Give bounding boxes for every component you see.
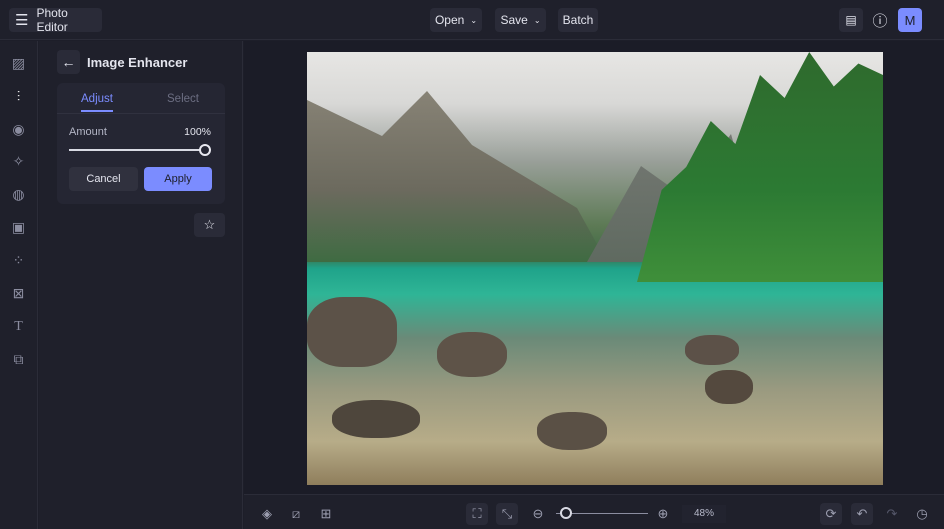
tab-select[interactable]: Select [167,93,199,105]
enhancer-card: Adjust Select Amount 100% Cancel Apply [57,83,225,204]
chevron-down-icon: ⌄ [470,15,478,25]
app-title: Photo Editor [36,6,68,34]
rock [537,412,607,450]
rock [685,335,739,365]
save-button[interactable]: Save ⌄ [495,8,546,32]
favorite-star-button[interactable]: ☆ [194,213,225,237]
zoom-slider[interactable] [556,507,648,519]
shapes-icon[interactable]: ⁘ [10,252,27,269]
frame-icon[interactable]: ▣ [10,219,27,236]
zoom-slider-thumb[interactable] [560,507,572,519]
zoom-value[interactable]: 48% [682,505,726,523]
zoom-out-icon[interactable]: ⊖ [527,503,549,525]
text-icon[interactable]: T [10,318,27,335]
palette-icon[interactable]: ◍ [10,186,27,203]
sparkles-icon[interactable]: ✧ [10,153,27,170]
bottom-toolbar: ◈ ⧄ ⊞ ⛶ ⤡ ⊖ ⊕ 48% ⟳ ↶ ↷ ◷ [244,494,944,529]
apply-button[interactable]: Apply [144,167,212,191]
amount-value[interactable]: 100% [184,126,211,138]
amount-slider[interactable] [69,144,211,156]
reset-icon[interactable]: ⟳ [820,503,842,525]
undo-icon[interactable]: ↶ [851,503,873,525]
left-mountain [307,91,607,262]
help-icon[interactable]: ⓘ [868,8,892,32]
rock [437,332,507,377]
back-button[interactable]: ← [57,50,80,74]
resize-icon[interactable]: ⧄ [285,503,307,525]
image-icon[interactable]: ▨ [10,55,27,72]
amount-label: Amount [69,126,107,138]
sliders-icon[interactable]: ⫶ [10,88,27,105]
forest [637,52,883,282]
menu-button[interactable]: ☰ Photo Editor [9,6,102,34]
top-bar: ☰ Photo Editor Open ⌄ Save ⌄ Batch ▤ ⓘ M [0,0,944,40]
hamburger-icon: ☰ [15,12,29,29]
rock [307,297,397,367]
zoom-in-icon[interactable]: ⊕ [652,503,674,525]
image-enhancer-panel: ← Image Enhancer Adjust Select Amount 10… [39,41,243,529]
tool-rail: ▨ ⫶ ◉ ✧ ◍ ▣ ⁘ ⊠ T ⧉ [0,41,38,529]
redo-icon[interactable]: ↷ [881,503,903,525]
divider [57,113,225,114]
canvas-area [244,41,944,494]
feedback-icon[interactable]: ▤ [839,8,863,32]
chevron-down-icon: ⌄ [533,15,541,25]
save-label: Save [500,13,528,27]
avatar[interactable]: M [898,8,922,32]
open-button[interactable]: Open ⌄ [430,8,482,32]
texture-icon[interactable]: ⊠ [10,285,27,302]
slider-thumb[interactable] [199,144,211,156]
history-icon[interactable]: ◷ [911,503,933,525]
rock [332,400,420,438]
photo-mountain-lake[interactable] [307,52,883,485]
grid-icon[interactable]: ⊞ [315,503,337,525]
cancel-button[interactable]: Cancel [69,167,138,191]
layers-icon[interactable]: ◈ [256,503,278,525]
rock [705,370,753,404]
actual-size-icon[interactable]: ⤡ [496,503,518,525]
eye-icon[interactable]: ◉ [10,121,27,138]
overlay-icon[interactable]: ⧉ [10,351,27,368]
batch-button[interactable]: Batch [558,8,598,32]
tab-adjust[interactable]: Adjust [81,93,113,112]
open-label: Open [434,13,465,27]
panel-title: Image Enhancer [87,55,188,70]
fit-screen-icon[interactable]: ⛶ [466,503,488,525]
